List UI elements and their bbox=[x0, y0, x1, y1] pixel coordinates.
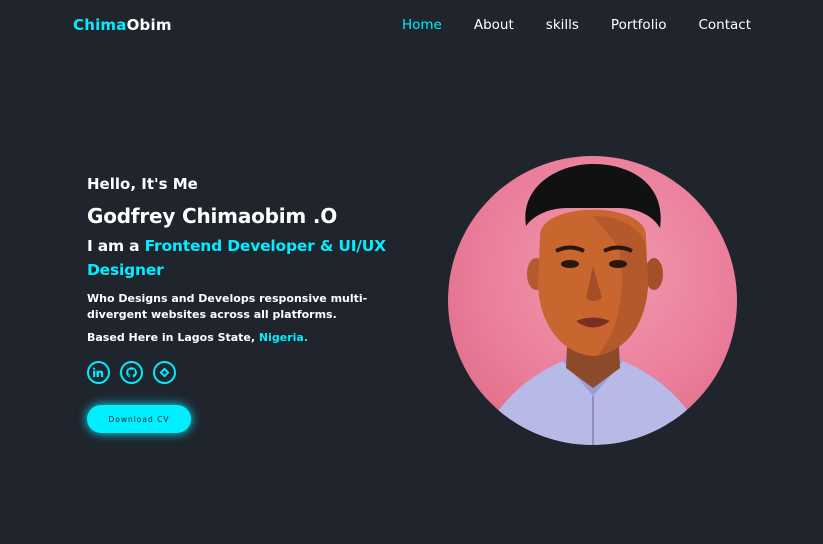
greeting: Hello, It's Me bbox=[87, 175, 198, 193]
location-highlight: Nigeria. bbox=[258, 331, 309, 344]
role-prefix: I am a bbox=[87, 237, 145, 255]
social-links bbox=[87, 361, 427, 384]
logo-rest: Obim bbox=[126, 16, 172, 34]
github-icon bbox=[126, 367, 137, 378]
profile-photo bbox=[448, 156, 737, 445]
portfolio-link[interactable] bbox=[153, 361, 176, 384]
diamond-icon bbox=[159, 367, 170, 378]
linkedin-icon bbox=[93, 367, 104, 378]
linkedin-link[interactable] bbox=[87, 361, 110, 384]
hero-location: Based Here in Lagos State, Nigeria. bbox=[87, 330, 427, 346]
logo-accent: Chima bbox=[73, 16, 127, 34]
hero-role: I am a Frontend Developer & UI/UX Design… bbox=[87, 234, 427, 282]
nav-portfolio[interactable]: Portfolio bbox=[611, 17, 667, 33]
hero-section: Hello, It's Me Godfrey Chimaobim .O I am… bbox=[87, 174, 427, 433]
site-header: ChimaObim Home About skills Portfolio Co… bbox=[0, 0, 823, 52]
nav-home[interactable]: Home bbox=[402, 17, 442, 33]
logo[interactable]: ChimaObim bbox=[73, 16, 172, 34]
nav-contact[interactable]: Contact bbox=[698, 17, 751, 33]
hero-description: Who Designs and Develops responsive mult… bbox=[87, 292, 368, 321]
nav-about[interactable]: About bbox=[474, 17, 514, 33]
portrait-illustration bbox=[478, 164, 708, 445]
hero-name: Godfrey Chimaobim .O bbox=[87, 204, 338, 228]
nav-skills[interactable]: skills bbox=[546, 17, 579, 33]
main-nav: Home About skills Portfolio Contact bbox=[402, 17, 751, 33]
location-prefix: Based Here in Lagos State, bbox=[87, 331, 259, 344]
github-link[interactable] bbox=[120, 361, 143, 384]
download-cv-button[interactable]: Download CV bbox=[87, 405, 191, 433]
